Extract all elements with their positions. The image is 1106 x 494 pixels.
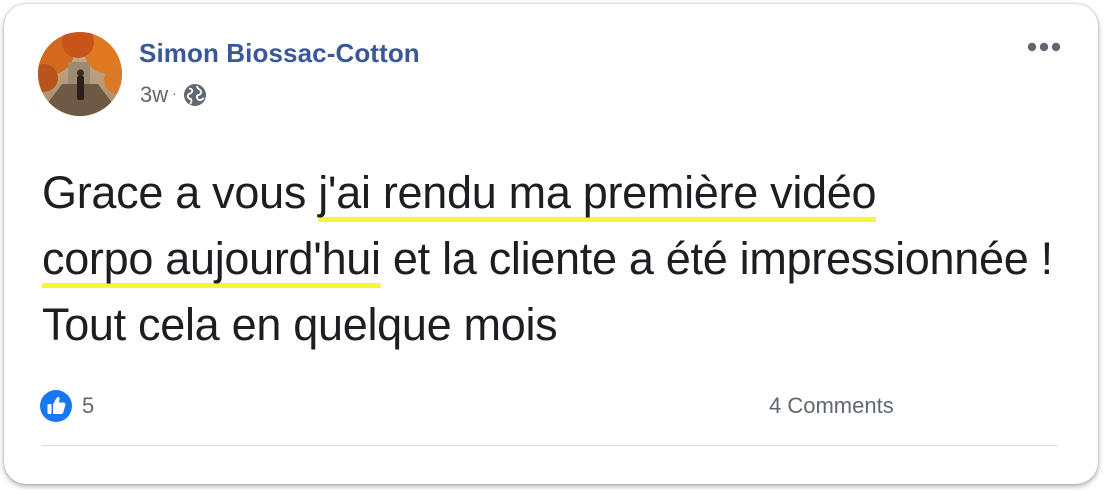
- reactions-summary[interactable]: 5: [40, 390, 94, 422]
- post-meta: 3w ·: [140, 80, 207, 110]
- highlighted-phrase-2: corpo aujourd'hui: [42, 233, 381, 284]
- divider: [42, 445, 1058, 446]
- more-options-button[interactable]: [1024, 34, 1064, 60]
- avatar-photo: [38, 32, 122, 116]
- post-text-intro: Grace a vous: [42, 167, 319, 218]
- highlighted-phrase-1: j'ai rendu ma première vidéo: [318, 167, 877, 218]
- reaction-count: 5: [82, 393, 95, 418]
- post-card: Simon Biossac-Cotton 3w · Grace a vous j…: [4, 4, 1098, 484]
- post-text: Grace a vous j'ai rendu ma première vidé…: [42, 160, 1072, 358]
- post-timestamp[interactable]: 3w: [140, 82, 168, 108]
- author-name[interactable]: Simon Biossac-Cotton: [139, 38, 420, 69]
- more-options-icon: [1027, 42, 1061, 52]
- avatar[interactable]: [38, 32, 122, 116]
- like-icon: [40, 390, 72, 422]
- comments-count-link[interactable]: 4 Comments: [769, 390, 894, 422]
- meta-separator: ·: [172, 85, 177, 101]
- globe-icon[interactable]: [183, 83, 207, 107]
